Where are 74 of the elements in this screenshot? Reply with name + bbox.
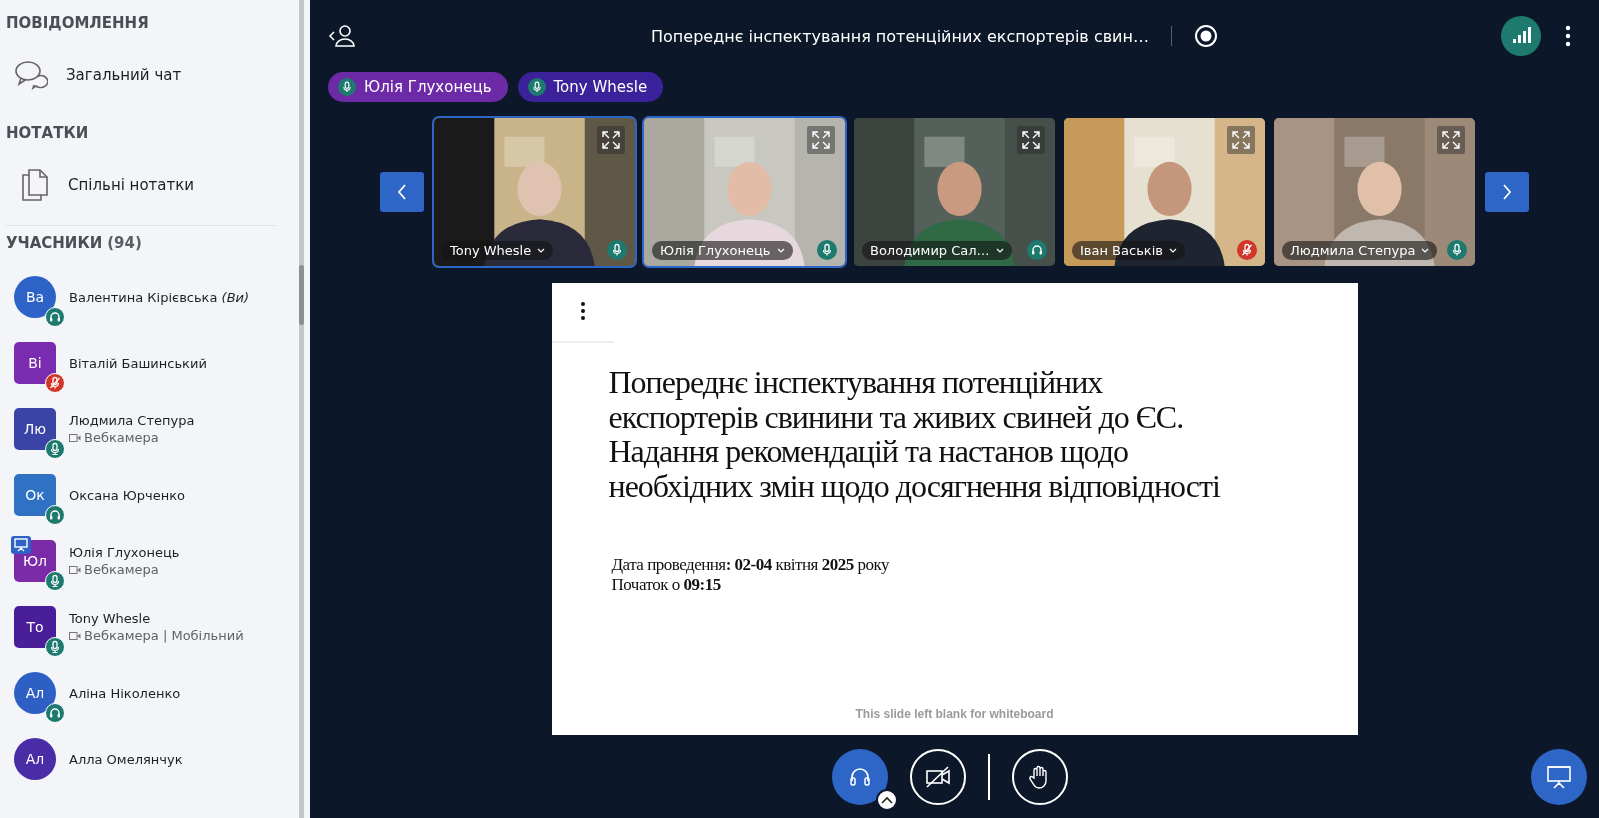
- participant-item[interactable]: Ві Віталій Башинський: [6, 330, 299, 396]
- video-tile[interactable]: Володимир Сал…: [852, 116, 1057, 268]
- participant-name: Віталій Башинський: [69, 355, 207, 371]
- participant-status: Вебкамера | Мобільний: [84, 628, 244, 643]
- fullscreen-icon[interactable]: [1017, 126, 1045, 154]
- section-heading: НОТАТКИ: [6, 124, 90, 144]
- participant-name: Оксана Юрченко: [69, 487, 186, 503]
- chevron-right-icon: [1502, 184, 1512, 200]
- user-avatar: Ал: [14, 738, 56, 780]
- video-tile[interactable]: Іван Васьків: [1062, 116, 1267, 268]
- participant-name: Аліна Ніколенко: [69, 685, 181, 701]
- video-tile[interactable]: Людмила Степура: [1272, 116, 1477, 268]
- documents-icon: [20, 167, 50, 202]
- user-avatar: Ві: [14, 342, 56, 384]
- video-tile[interactable]: Юлія Глухонець: [642, 116, 847, 268]
- section-heading: УЧАСНИКИ: [6, 234, 103, 254]
- participant-name: Алла Омелянчук: [69, 751, 183, 767]
- caret-down-icon: [995, 248, 1004, 253]
- camera-off-button[interactable]: [909, 748, 966, 805]
- fullscreen-icon[interactable]: [597, 126, 625, 154]
- caret-down-icon: [776, 248, 785, 253]
- scrollbar[interactable]: [299, 0, 304, 818]
- chat-bubbles-icon: [14, 59, 48, 91]
- video-name-label[interactable]: Іван Васьків: [1072, 241, 1185, 260]
- user-list-toggle-icon[interactable]: [328, 24, 358, 48]
- chat-item[interactable]: Загальний чат: [6, 34, 276, 116]
- participant-name: Людмила Степура: [69, 413, 195, 428]
- participant-item[interactable]: Лю Людмила Степура Вебкамера: [6, 396, 299, 462]
- participant-name: Валентина Кірієвська (Ви): [69, 289, 250, 305]
- participant-item[interactable]: Ал Аліна Ніколенко: [6, 660, 299, 726]
- user-avatar: Лю: [14, 408, 56, 450]
- participant-status: Вебкамера: [84, 562, 159, 577]
- talking-indicator[interactable]: Юлія Глухонець: [328, 72, 508, 102]
- notes-item[interactable]: Спільні нотатки: [6, 144, 276, 226]
- slide-text: Дата проведення: 02-04 квітня 2025 року: [611, 555, 891, 575]
- video-tile[interactable]: Tony Whesle: [432, 116, 637, 268]
- camera-icon: [69, 631, 81, 640]
- participant-item[interactable]: То Tony Whesle Вебкамера | Мобільний: [6, 594, 299, 660]
- chevron-left-icon: [397, 184, 407, 200]
- record-icon[interactable]: [1193, 24, 1218, 48]
- fullscreen-icon[interactable]: [1437, 126, 1465, 154]
- user-avatar: Ва: [14, 276, 56, 318]
- video-name-label[interactable]: Людмила Степура: [1282, 241, 1438, 260]
- user-avatar: То: [14, 606, 56, 648]
- meeting-title: Попереднє інспектування потенційних експортерів свин…: [651, 26, 1149, 46]
- video-name-label[interactable]: Юлія Глухонець: [652, 241, 793, 260]
- user-avatar: Ал: [14, 672, 56, 714]
- participant-item[interactable]: Ва Валентина Кірієвська (Ви): [6, 264, 299, 330]
- caret-down-icon: [1421, 248, 1430, 253]
- talking-indicator[interactable]: Tony Whesle: [517, 72, 664, 102]
- more-options-icon[interactable]: [1565, 25, 1571, 47]
- video-name-label[interactable]: Tony Whesle: [442, 241, 554, 260]
- more-options-icon[interactable]: [579, 301, 586, 321]
- participant-status: Вебкамера: [84, 430, 159, 445]
- camera-off-icon: [923, 764, 952, 789]
- participant-item[interactable]: Ок Оксана Юрченко: [6, 462, 299, 528]
- slide-footer: This slide left blank for whiteboard: [551, 707, 1358, 721]
- caret-down-icon: [537, 248, 546, 253]
- participant-name: Tony Whesle: [69, 611, 152, 626]
- raise-hand-button[interactable]: [1011, 748, 1068, 805]
- camera-icon: [69, 433, 81, 442]
- participant-item[interactable]: Юл Юлія Глухонець Вебкамера: [6, 528, 299, 594]
- video-name-label[interactable]: Володимир Сал…: [862, 241, 1012, 260]
- user-avatar: Ок: [14, 474, 56, 516]
- participant-name: Юлія Глухонець: [69, 545, 180, 560]
- section-heading: ПОВІДОМЛЕННЯ: [6, 14, 150, 34]
- slide-text: Початок о 09:15: [611, 574, 722, 595]
- caret-up-icon: [880, 795, 893, 804]
- participant-count: (94): [107, 234, 142, 254]
- caret-down-icon: [1168, 248, 1177, 253]
- slide-title: Попереднє інспектування потенційних експортерів свинини та живих свиней до ЄС. Надання рекомендацій та настанов щодо необхідних змін щодо досягнення відповідності: [608, 365, 1222, 504]
- camera-icon: [69, 565, 81, 574]
- connection-status-icon[interactable]: [1501, 16, 1541, 56]
- participant-item[interactable]: Ал Алла Омелянчук: [6, 726, 299, 792]
